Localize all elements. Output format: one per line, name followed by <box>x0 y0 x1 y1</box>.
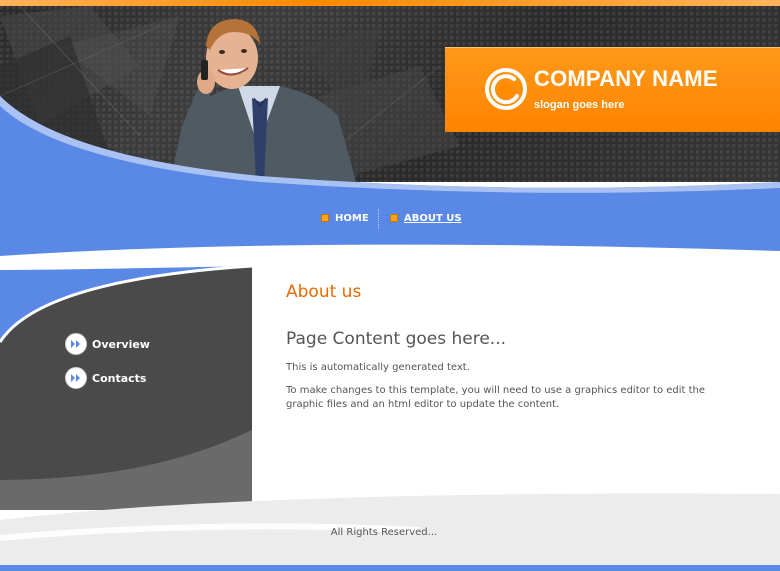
square-bullet-icon <box>390 214 398 222</box>
sidebar-item-contacts[interactable]: Contacts <box>65 367 146 389</box>
content-paragraph: This is automatically generated text. <box>286 362 470 373</box>
company-name: COMPANY NAME <box>534 66 718 91</box>
nav-about-us-label: ABOUT US <box>404 212 462 224</box>
forward-arrow-icon <box>65 367 87 389</box>
square-bullet-icon <box>321 214 329 222</box>
sidebar-item-overview[interactable]: Overview <box>65 333 150 355</box>
nav-home[interactable]: HOME <box>321 207 369 229</box>
page-heading: Page Content goes here... <box>286 329 507 349</box>
section-title: About us <box>286 282 362 302</box>
blue-wave-band <box>0 96 780 256</box>
sidebar-item-label: Overview <box>92 337 150 351</box>
nav-divider <box>378 209 379 229</box>
nav-home-label: HOME <box>335 212 369 224</box>
nav-about-us[interactable]: ABOUT US <box>390 207 462 229</box>
footer: All Rights Reserved... <box>0 527 780 538</box>
sidebar-item-label: Contacts <box>92 371 147 385</box>
content-paragraph: To make changes to this template, you wi… <box>286 385 706 410</box>
bottom-accent-line <box>0 565 780 571</box>
page: COMPANY NAME slogan goes here HOME ABOUT… <box>0 0 780 571</box>
main-navigation: HOME ABOUT US <box>0 207 780 229</box>
copyright-text: All Rights Reserved... <box>330 527 438 538</box>
forward-arrow-icon <box>65 333 87 355</box>
